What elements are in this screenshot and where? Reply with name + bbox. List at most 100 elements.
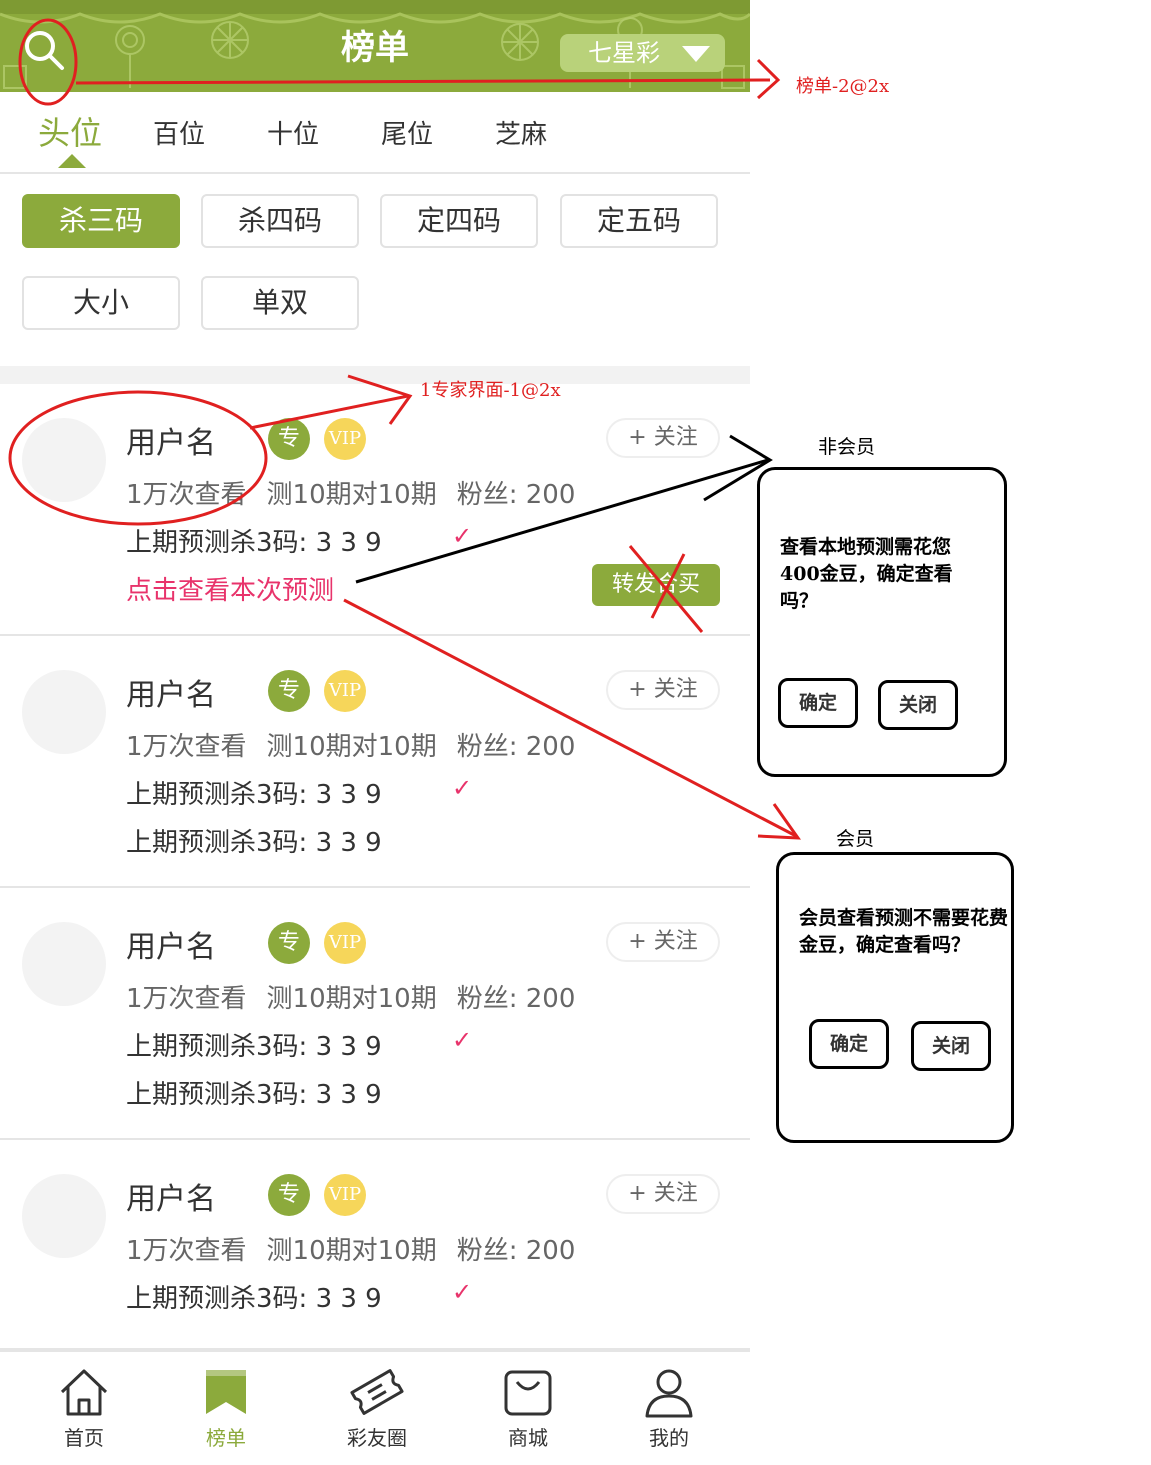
expert-stats: 1万次查看 测10期对10期 粉丝: 200: [126, 978, 595, 1015]
position-tabs: 头位 百位 十位 尾位 芝麻: [0, 92, 750, 174]
expert-stats: 1万次查看 测10期对10期 粉丝: 200: [126, 474, 595, 511]
lottery-type-label: 七星彩: [588, 39, 660, 67]
fans-count: 粉丝: 200: [456, 1236, 576, 1266]
filter-ding-wu-ma[interactable]: 定五码: [560, 194, 718, 248]
hit-record: 测10期对10期: [266, 984, 437, 1014]
user-icon: [645, 1369, 693, 1418]
avatar[interactable]: [22, 1174, 106, 1258]
filter-dan-shuang[interactable]: 单双: [201, 276, 359, 330]
last-prediction: 上期预测杀3码: 3 3 9: [126, 1032, 382, 1062]
nav-ranking-label: 榜单: [206, 1426, 246, 1450]
arrowhead: [756, 58, 781, 100]
dialog-message: 查看本地预测需花您400金豆，确定查看吗？: [780, 536, 953, 612]
last-prediction: 上期预测杀3码: 3 3 9: [126, 780, 382, 810]
non-member-dialog: 查看本地预测需花您400金豆，确定查看吗？ 确定 关闭: [757, 467, 1007, 777]
filter-da-xiao[interactable]: 大小: [22, 276, 180, 330]
search-icon: [25, 31, 64, 70]
fans-count: 粉丝: 200: [456, 732, 576, 762]
expert-username[interactable]: 用户名: [126, 922, 216, 966]
avatar[interactable]: [22, 670, 106, 754]
section-divider: [0, 366, 750, 384]
expert-username[interactable]: 用户名: [126, 418, 216, 462]
nav-ranking[interactable]: 榜单: [176, 1366, 276, 1451]
expert-card[interactable]: 用户名 专 VIP + 关注 1万次查看 测10期对10期 粉丝: 200 上期预测…: [0, 888, 750, 1140]
follow-button[interactable]: + 关注: [606, 1174, 720, 1214]
filter-sha-si-ma[interactable]: 杀四码: [201, 194, 359, 248]
expert-badge: 专: [268, 922, 310, 964]
lottery-type-dropdown[interactable]: 七星彩: [560, 34, 725, 72]
check-icon: ✓: [452, 774, 473, 802]
last-prediction: 上期预测杀3码: 3 3 9: [126, 1080, 382, 1110]
nav-lottery-circle-label: 彩友圈: [347, 1426, 407, 1450]
expert-card[interactable]: 用户名 专 VIP + 关注 1万次查看 测10期对10期 粉丝: 200 上期预测…: [0, 1140, 750, 1350]
forward-group-buy-button[interactable]: 转发合买: [592, 564, 720, 606]
fans-count: 粉丝: 200: [456, 984, 576, 1014]
member-dialog: 会员查看预测不需要花费金豆，确定查看吗？ 确定 关闭: [776, 852, 1014, 1143]
bottom-navigation: 首页 榜单 彩友圈 商城 我的: [0, 1350, 750, 1465]
last-prediction: 上期预测杀3码: 3 3 9: [126, 828, 382, 858]
view-count: 1万次查看: [126, 732, 247, 762]
nav-profile-label: 我的: [649, 1426, 689, 1450]
vip-badge: VIP: [324, 922, 366, 964]
bookmark-icon: [206, 1370, 246, 1414]
tab-shiwei[interactable]: 十位: [243, 114, 343, 151]
shopping-bag-icon: [504, 1370, 552, 1416]
chevron-down-icon: [682, 46, 710, 62]
nav-lottery-circle[interactable]: 彩友圈: [327, 1366, 427, 1451]
hit-record: 测10期对10期: [266, 1236, 437, 1266]
page-title: 榜单: [341, 28, 409, 68]
active-tab-indicator: [58, 154, 86, 168]
vip-badge: VIP: [324, 1174, 366, 1216]
hit-record: 测10期对10期: [266, 732, 437, 762]
follow-button[interactable]: + 关注: [606, 670, 720, 710]
confirm-button[interactable]: 确定: [778, 678, 858, 728]
app-screen: 榜单 七星彩 头位 百位 十位 尾位 芝麻 杀三码 杀四码 定四码 定五码 大小…: [0, 0, 750, 1465]
tab-baiwei[interactable]: 百位: [129, 114, 229, 151]
check-icon: ✓: [452, 1278, 473, 1306]
filter-ding-si-ma[interactable]: 定四码: [380, 194, 538, 248]
nav-home[interactable]: 首页: [34, 1366, 134, 1451]
view-prediction-link[interactable]: 点击查看本次预测: [126, 570, 334, 607]
non-member-label: 非会员: [818, 436, 876, 458]
expert-username[interactable]: 用户名: [126, 670, 216, 714]
expert-badge: 专: [268, 670, 310, 712]
check-icon: ✓: [452, 522, 473, 550]
last-prediction: 上期预测杀3码: 3 3 9: [126, 528, 382, 558]
expert-card[interactable]: 用户名 专 VIP + 关注 1万次查看 测10期对10期 粉丝: 200 上期预测…: [0, 384, 750, 636]
fans-count: 粉丝: 200: [456, 480, 576, 510]
expert-stats: 1万次查看 测10期对10期 粉丝: 200: [126, 1230, 595, 1267]
search-target-note: 榜单-2@2x: [796, 76, 890, 97]
search-button[interactable]: [22, 28, 66, 72]
follow-button[interactable]: + 关注: [606, 922, 720, 962]
nav-home-label: 首页: [64, 1426, 104, 1450]
confirm-button[interactable]: 确定: [809, 1019, 889, 1069]
nav-mall-label: 商城: [508, 1426, 548, 1450]
ticket-icon: [350, 1369, 404, 1415]
expert-stats: 1万次查看 测10期对10期 粉丝: 200: [126, 726, 595, 763]
close-button[interactable]: 关闭: [878, 680, 958, 730]
avatar[interactable]: [22, 418, 106, 502]
member-label: 会员: [836, 828, 875, 850]
filter-sha-san-ma[interactable]: 杀三码: [22, 194, 180, 248]
hit-record: 测10期对10期: [266, 480, 437, 510]
tab-weiwei[interactable]: 尾位: [357, 114, 457, 151]
user-target-note: 1专家界面-1@2x: [420, 380, 561, 401]
vip-badge: VIP: [324, 670, 366, 712]
avatar[interactable]: [22, 922, 106, 1006]
view-count: 1万次查看: [126, 480, 247, 510]
home-icon: [60, 1369, 108, 1416]
dialog-message: 会员查看预测不需要花费金豆，确定查看吗？: [799, 907, 1009, 956]
view-count: 1万次查看: [126, 1236, 247, 1266]
vip-badge: VIP: [324, 418, 366, 460]
expert-badge: 专: [268, 418, 310, 460]
nav-mall[interactable]: 商城: [478, 1366, 578, 1451]
expert-username[interactable]: 用户名: [126, 1174, 216, 1218]
close-button[interactable]: 关闭: [911, 1021, 991, 1071]
nav-profile[interactable]: 我的: [619, 1366, 719, 1451]
check-icon: ✓: [452, 1026, 473, 1054]
follow-button[interactable]: + 关注: [606, 418, 720, 458]
expert-card[interactable]: 用户名 专 VIP + 关注 1万次查看 测10期对10期 粉丝: 200 上期预测…: [0, 636, 750, 888]
tab-zhima[interactable]: 芝麻: [471, 114, 571, 151]
tab-touwei[interactable]: 头位: [20, 108, 120, 154]
expert-badge: 专: [268, 1174, 310, 1216]
